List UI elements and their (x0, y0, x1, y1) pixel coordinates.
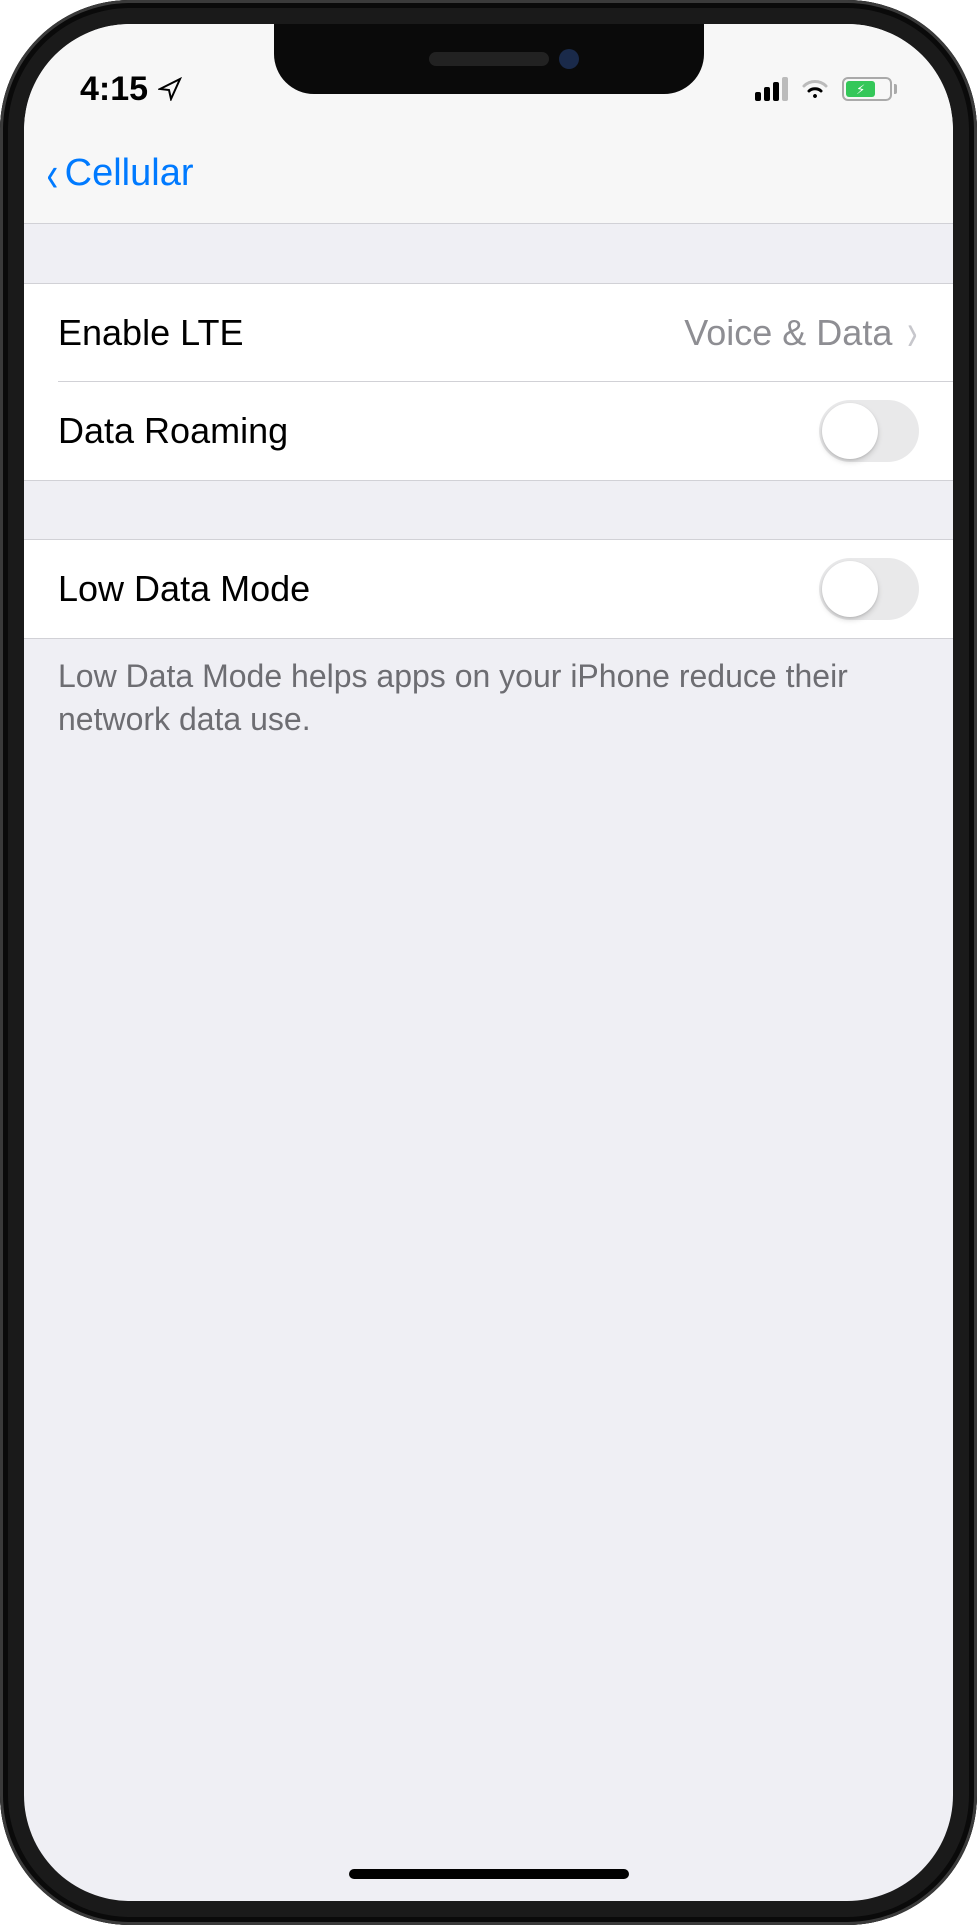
section-footer-text: Low Data Mode helps apps on your iPhone … (24, 638, 953, 757)
battery-charging-icon: ⚡︎ (842, 77, 897, 101)
status-time: 4:15 (80, 70, 148, 109)
navigation-bar: ‹ Cellular (24, 124, 953, 224)
location-services-icon (158, 77, 182, 101)
data-roaming-switch[interactable] (819, 400, 919, 462)
home-indicator[interactable] (349, 1869, 629, 1879)
chevron-right-icon: › (908, 303, 918, 363)
enable-lte-cell[interactable]: Enable LTE Voice & Data › (24, 284, 953, 382)
low-data-mode-label: Low Data Mode (58, 568, 310, 610)
back-button-label: Cellular (65, 152, 194, 195)
screen: 4:15 (24, 24, 953, 1901)
low-data-mode-cell: Low Data Mode (24, 540, 953, 638)
enable-lte-label: Enable LTE (58, 312, 243, 354)
data-roaming-cell: Data Roaming (24, 382, 953, 480)
phone-frame: 4:15 (0, 0, 977, 1925)
data-roaming-label: Data Roaming (58, 410, 288, 452)
notch (274, 24, 704, 94)
cellular-signal-icon (755, 77, 788, 101)
chevron-left-icon: ‹ (46, 149, 58, 199)
wifi-icon (800, 78, 830, 100)
settings-content: Enable LTE Voice & Data › Data Roaming L… (24, 224, 953, 757)
low-data-mode-switch[interactable] (819, 558, 919, 620)
back-button[interactable]: ‹ Cellular (44, 149, 193, 199)
enable-lte-value: Voice & Data (684, 312, 892, 354)
